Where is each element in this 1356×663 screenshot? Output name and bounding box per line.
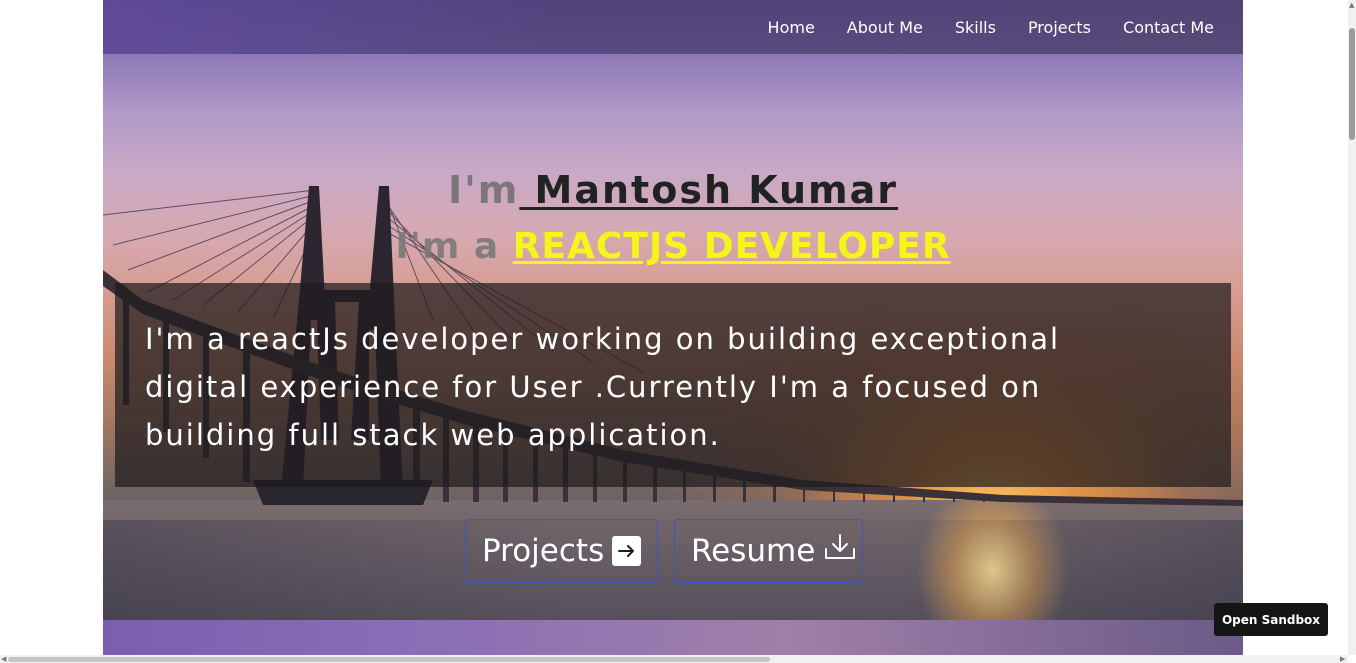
developer-role: REACTJS DEVELOPER <box>512 226 951 267</box>
resume-button[interactable]: Resume <box>674 519 863 583</box>
projects-button-label: Projects <box>482 533 605 569</box>
name-prefix: I'm <box>447 168 520 212</box>
top-navbar: Home About Me Skills Projects Contact Me <box>103 0 1243 54</box>
about-overlay-box: I'm a reactJs developer working on build… <box>115 283 1231 487</box>
nav-item-about-me[interactable]: About Me <box>847 18 923 37</box>
resume-button-label: Resume <box>691 533 816 569</box>
nav-item-skills[interactable]: Skills <box>955 18 996 37</box>
download-icon <box>823 532 857 570</box>
open-sandbox-button[interactable]: Open Sandbox <box>1214 603 1328 636</box>
about-text: I'm a reactJs developer working on build… <box>145 322 1061 452</box>
scroll-up-icon[interactable]: ▲ <box>1349 1 1354 9</box>
browser-viewport: Home About Me Skills Projects Contact Me… <box>0 0 1348 655</box>
nav-item-home[interactable]: Home <box>768 18 815 37</box>
horizontal-scroll-thumb[interactable] <box>8 657 770 662</box>
vertical-scroll-thumb[interactable] <box>1349 28 1355 140</box>
nav-item-contact-me[interactable]: Contact Me <box>1123 18 1214 37</box>
scroll-left-icon[interactable]: ◀ <box>1 655 6 663</box>
vertical-scrollbar[interactable]: ▲ <box>1348 0 1356 655</box>
nav-item-projects[interactable]: Projects <box>1028 18 1091 37</box>
intro-name-heading: I'm Mantosh Kumar <box>103 168 1243 212</box>
portfolio-page: Home About Me Skills Projects Contact Me… <box>103 0 1243 655</box>
intro-role-heading: I'm a REACTJS DEVELOPER <box>103 226 1243 267</box>
nav-links: Home About Me Skills Projects Contact Me <box>768 0 1214 54</box>
arrow-right-icon <box>612 536 641 566</box>
developer-name: Mantosh Kumar <box>519 168 899 212</box>
scroll-right-icon[interactable]: ▶ <box>1340 655 1345 663</box>
horizontal-scrollbar[interactable]: ◀ ▶ <box>0 655 1348 663</box>
projects-button[interactable]: Projects <box>465 519 658 583</box>
next-section-background <box>103 620 1243 655</box>
role-prefix: I'm a <box>395 226 513 267</box>
